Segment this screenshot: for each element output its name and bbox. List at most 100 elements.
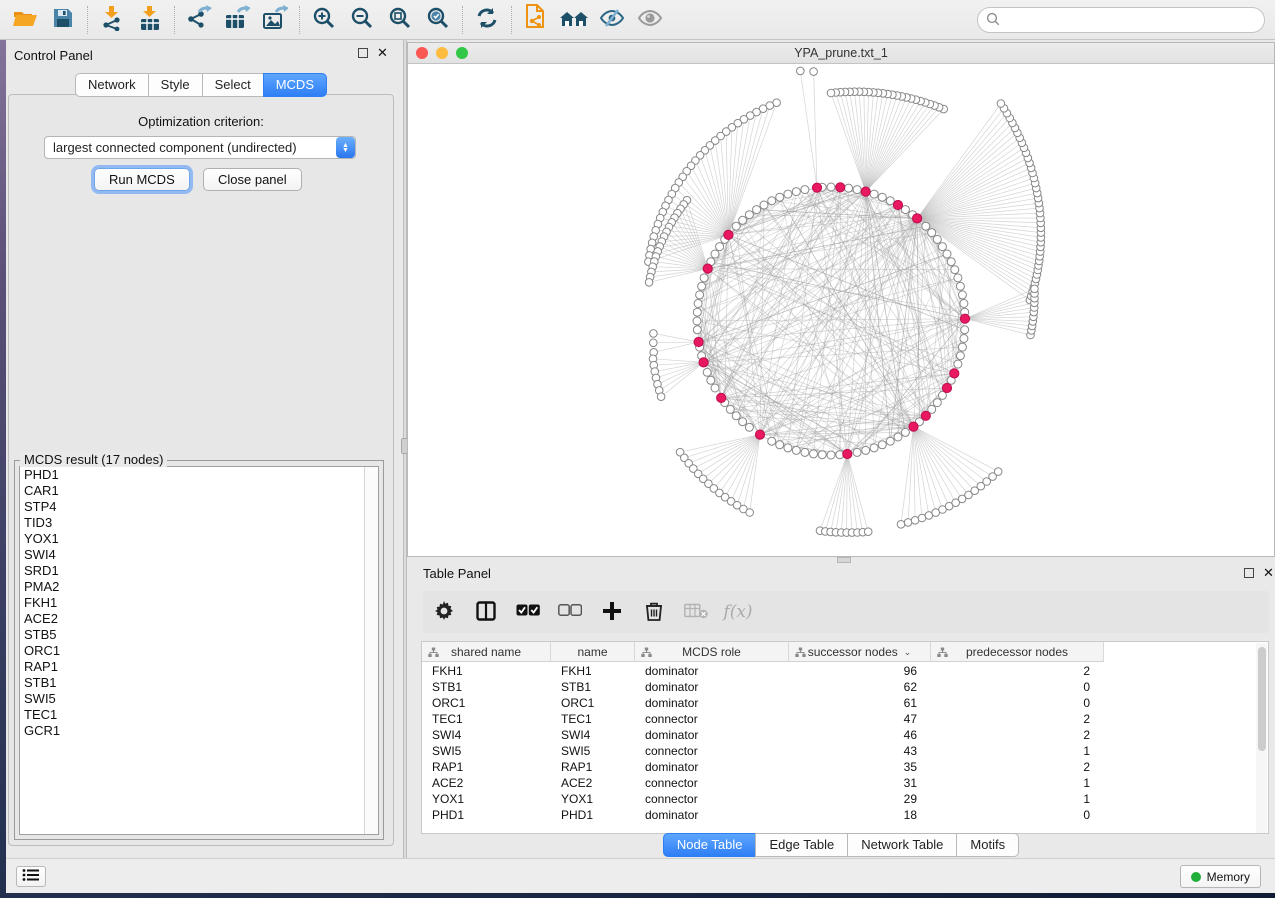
table-cell[interactable]: ORC1 — [551, 695, 635, 711]
graph-node[interactable] — [901, 428, 909, 436]
graph-hub-node[interactable] — [921, 411, 930, 420]
graph-node[interactable] — [938, 243, 946, 251]
task-history-button[interactable] — [16, 866, 46, 887]
graph-node[interactable] — [853, 448, 861, 456]
table-cell[interactable]: 61 — [789, 695, 931, 711]
float-panel-icon[interactable] — [1244, 568, 1254, 578]
graph-node[interactable] — [768, 197, 776, 205]
table-cell[interactable]: 2 — [931, 711, 1104, 727]
tab-node-table[interactable]: Node Table — [663, 833, 757, 857]
apply-layout-button[interactable] — [468, 4, 506, 36]
graph-leaf-node[interactable] — [650, 339, 658, 347]
column-header-predecessor-nodes[interactable]: predecessor nodes — [931, 642, 1104, 662]
graph-node[interactable] — [956, 282, 964, 290]
graph-node[interactable] — [784, 190, 792, 198]
table-cell[interactable]: FKH1 — [422, 663, 551, 679]
table-cell[interactable]: dominator — [635, 679, 789, 695]
mcds-list-scrollbar[interactable] — [364, 467, 378, 834]
table-cell[interactable]: dominator — [635, 695, 789, 711]
graph-hub-node[interactable] — [913, 214, 922, 223]
table-cell[interactable]: 31 — [789, 775, 931, 791]
graph-node[interactable] — [711, 384, 719, 392]
close-panel-button[interactable]: Close panel — [203, 168, 302, 191]
table-cell[interactable]: connector — [635, 711, 789, 727]
graph-node[interactable] — [792, 188, 800, 196]
table-cell[interactable]: STB1 — [551, 679, 635, 695]
zoom-in-button[interactable] — [305, 4, 343, 36]
mcds-result-item[interactable]: GCR1 — [20, 723, 378, 739]
table-row[interactable]: PHD1PHD1dominator180 — [422, 807, 1104, 823]
graph-node[interactable] — [870, 444, 878, 452]
close-panel-icon[interactable]: ✕ — [1263, 568, 1274, 578]
table-row[interactable]: TEC1TEC1connector472 — [422, 711, 1104, 727]
graph-node[interactable] — [732, 412, 740, 420]
hide-selected-button[interactable] — [593, 4, 631, 36]
table-row[interactable]: ORC1ORC1dominator610 — [422, 695, 1104, 711]
graph-hub-node[interactable] — [843, 449, 852, 458]
table-cell[interactable]: 47 — [789, 711, 931, 727]
table-scrollbar[interactable] — [1256, 643, 1267, 833]
graph-node[interactable] — [862, 446, 870, 454]
graph-leaf-node[interactable] — [650, 330, 658, 338]
graph-node[interactable] — [694, 300, 702, 308]
network-graph[interactable] — [408, 64, 1274, 556]
table-cell[interactable]: dominator — [635, 759, 789, 775]
graph-leaf-node[interactable] — [657, 393, 665, 401]
graph-node[interactable] — [696, 291, 704, 299]
graph-leaf-node[interactable] — [997, 100, 1005, 108]
table-row[interactable]: SWI5SWI5connector431 — [422, 743, 1104, 759]
graph-node[interactable] — [739, 216, 747, 224]
table-cell[interactable]: 29 — [789, 791, 931, 807]
create-column-button[interactable] — [591, 594, 633, 630]
table-cell[interactable]: 35 — [789, 759, 931, 775]
table-cell[interactable]: connector — [635, 743, 789, 759]
node-table[interactable]: shared namenameMCDS rolesuccessor nodes⌄… — [421, 641, 1269, 834]
graph-node[interactable] — [954, 274, 962, 282]
table-cell[interactable]: 1 — [931, 791, 1104, 807]
graph-leaf-node[interactable] — [645, 279, 653, 287]
graph-node[interactable] — [943, 250, 951, 258]
graph-leaf-node[interactable] — [897, 521, 905, 529]
export-image-button[interactable] — [256, 4, 294, 36]
table-row[interactable]: ACE2ACE2connector311 — [422, 775, 1104, 791]
criterion-dropdown[interactable]: largest connected component (undirected)… — [44, 136, 356, 159]
table-cell[interactable]: FKH1 — [551, 663, 635, 679]
graph-hub-node[interactable] — [950, 369, 959, 378]
table-cell[interactable]: 2 — [931, 759, 1104, 775]
graph-hub-node[interactable] — [960, 314, 969, 323]
table-cell[interactable]: 46 — [789, 727, 931, 743]
graph-node[interactable] — [693, 326, 701, 334]
graph-leaf-node[interactable] — [827, 89, 835, 97]
graph-node[interactable] — [961, 326, 969, 334]
graph-node[interactable] — [928, 229, 936, 237]
first-neighbors-button[interactable] — [555, 4, 593, 36]
show-all-button[interactable] — [631, 4, 669, 36]
table-cell[interactable]: 1 — [931, 775, 1104, 791]
graph-leaf-node[interactable] — [746, 509, 754, 517]
graph-hub-node[interactable] — [909, 422, 918, 431]
table-cell[interactable]: 96 — [789, 663, 931, 679]
open-session-button[interactable] — [6, 4, 44, 36]
mcds-result-item[interactable]: PHD1 — [20, 467, 378, 483]
table-cell[interactable]: TEC1 — [551, 711, 635, 727]
graph-hub-node[interactable] — [724, 230, 733, 239]
mcds-result-item[interactable]: ACE2 — [20, 611, 378, 627]
horizontal-splitter[interactable] — [407, 557, 1275, 563]
table-cell[interactable]: dominator — [635, 727, 789, 743]
table-cell[interactable]: ACE2 — [422, 775, 551, 791]
table-cell[interactable]: RAP1 — [422, 759, 551, 775]
table-row[interactable]: YOX1YOX1connector291 — [422, 791, 1104, 807]
graph-node[interactable] — [827, 451, 835, 459]
graph-node[interactable] — [745, 211, 753, 219]
float-panel-icon[interactable] — [358, 48, 368, 58]
table-cell[interactable]: SWI5 — [422, 743, 551, 759]
save-session-button[interactable] — [44, 4, 82, 36]
splitter-grip[interactable] — [837, 557, 851, 563]
graph-node[interactable] — [776, 193, 784, 201]
table-row[interactable]: RAP1RAP1dominator352 — [422, 759, 1104, 775]
search-input[interactable] — [1005, 13, 1264, 28]
mcds-result-item[interactable]: SWI4 — [20, 547, 378, 563]
new-network-from-selection-button[interactable] — [517, 4, 555, 36]
graph-node[interactable] — [711, 250, 719, 258]
graph-hub-node[interactable] — [893, 200, 902, 209]
